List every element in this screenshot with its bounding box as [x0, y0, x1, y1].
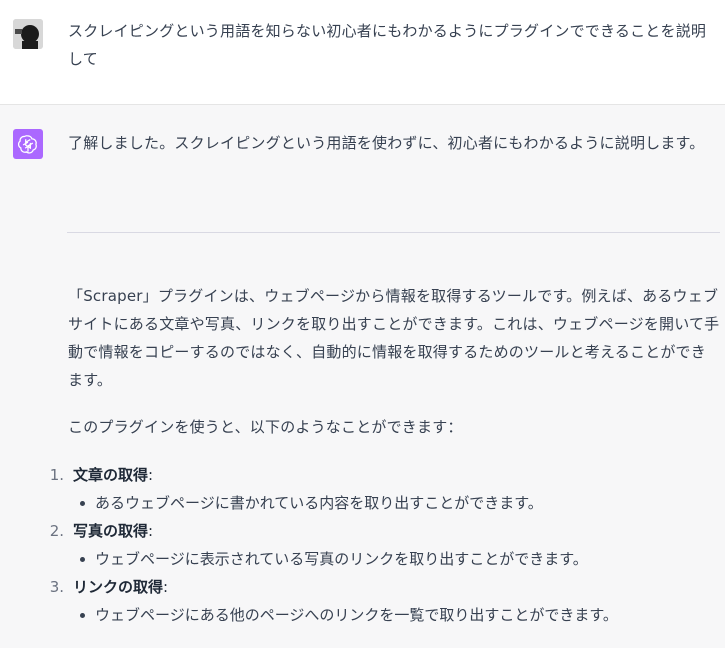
list-item: 2. 写真の取得: — [40, 517, 720, 545]
user-message-row: スクレイピングという用語を知らない初心者にもわかるようにプラグインでできることを… — [0, 0, 725, 105]
list-sub-item: ウェブページにある他のページへのリンクを一覧で取り出すことができます。 — [40, 601, 720, 629]
openai-logo-icon — [13, 129, 43, 159]
assistant-intro-text: 了解しました。スクレイピングという用語を使わずに、初心者にもわかるように説明しま… — [68, 134, 705, 152]
assistant-paragraph-1: 「Scraper」プラグインは、ウェブページから情報を取得するツールです。例えば… — [68, 287, 720, 389]
user-message-text: スクレイピングという用語を知らない初心者にもわかるようにプラグインでできることを… — [68, 22, 707, 68]
list-item-colon: : — [163, 578, 169, 596]
list-sub-item: あるウェブページに書かれている内容を取り出すことができます。 — [40, 489, 720, 517]
assistant-paragraph-2: このプラグインを使うと、以下のようなことができます： — [68, 418, 463, 436]
bullet-icon — [80, 501, 85, 506]
list-sub-item-text: ウェブページに表示されている写真のリンクを取り出すことができます。 — [95, 550, 588, 568]
list-sub-item-text: あるウェブページに書かれている内容を取り出すことができます。 — [95, 494, 543, 512]
bullet-icon — [80, 557, 85, 562]
feature-list: 1. 文章の取得: あるウェブページに書かれている内容を取り出すことができます。… — [40, 461, 720, 629]
list-number: 2. — [49, 522, 64, 540]
list-item-colon: : — [148, 522, 154, 540]
list-item: 1. 文章の取得: — [40, 461, 720, 489]
list-number: 3. — [49, 578, 64, 596]
assistant-message-row: 了解しました。スクレイピングという用語を使わずに、初心者にもわかるように説明しま… — [0, 105, 725, 648]
list-sub-item: ウェブページに表示されている写真のリンクを取り出すことができます。 — [40, 545, 720, 573]
list-sub-item-text: ウェブページにある他のページへのリンクを一覧で取り出すことができます。 — [95, 606, 618, 624]
user-avatar — [13, 19, 43, 49]
list-item-title: 文章の取得 — [73, 466, 149, 484]
list-item-title: リンクの取得 — [73, 578, 164, 596]
list-item: 3. リンクの取得: — [40, 573, 720, 601]
bullet-icon — [80, 613, 85, 618]
list-number: 1. — [49, 466, 64, 484]
list-item-title: 写真の取得 — [73, 522, 149, 540]
list-item-colon: : — [148, 466, 154, 484]
divider — [67, 232, 720, 233]
